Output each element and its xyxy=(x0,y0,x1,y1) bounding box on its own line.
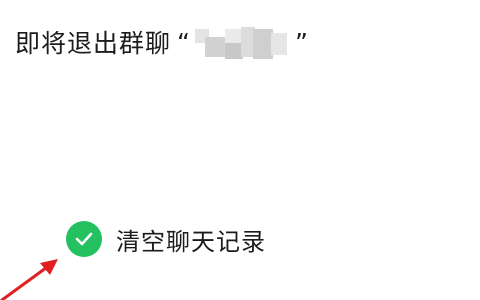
dialog-message: 即将退出群聊 “ ” xyxy=(15,22,309,62)
checkbox-checked[interactable] xyxy=(66,221,102,257)
red-arrow-annotation-icon xyxy=(0,259,58,300)
clear-chat-history-option[interactable]: 清空聊天记录 xyxy=(66,220,266,258)
clear-chat-history-label: 清空聊天记录 xyxy=(116,227,266,256)
quote-close: ” xyxy=(294,27,309,57)
exit-group-dialog: 即将退出群聊 “ ” 清空聊天记录 xyxy=(0,0,480,300)
group-name-redacted xyxy=(194,23,289,61)
check-icon xyxy=(75,232,93,246)
quote-open: “ xyxy=(177,27,191,57)
dialog-message-text: 即将退出群聊 xyxy=(15,29,172,58)
